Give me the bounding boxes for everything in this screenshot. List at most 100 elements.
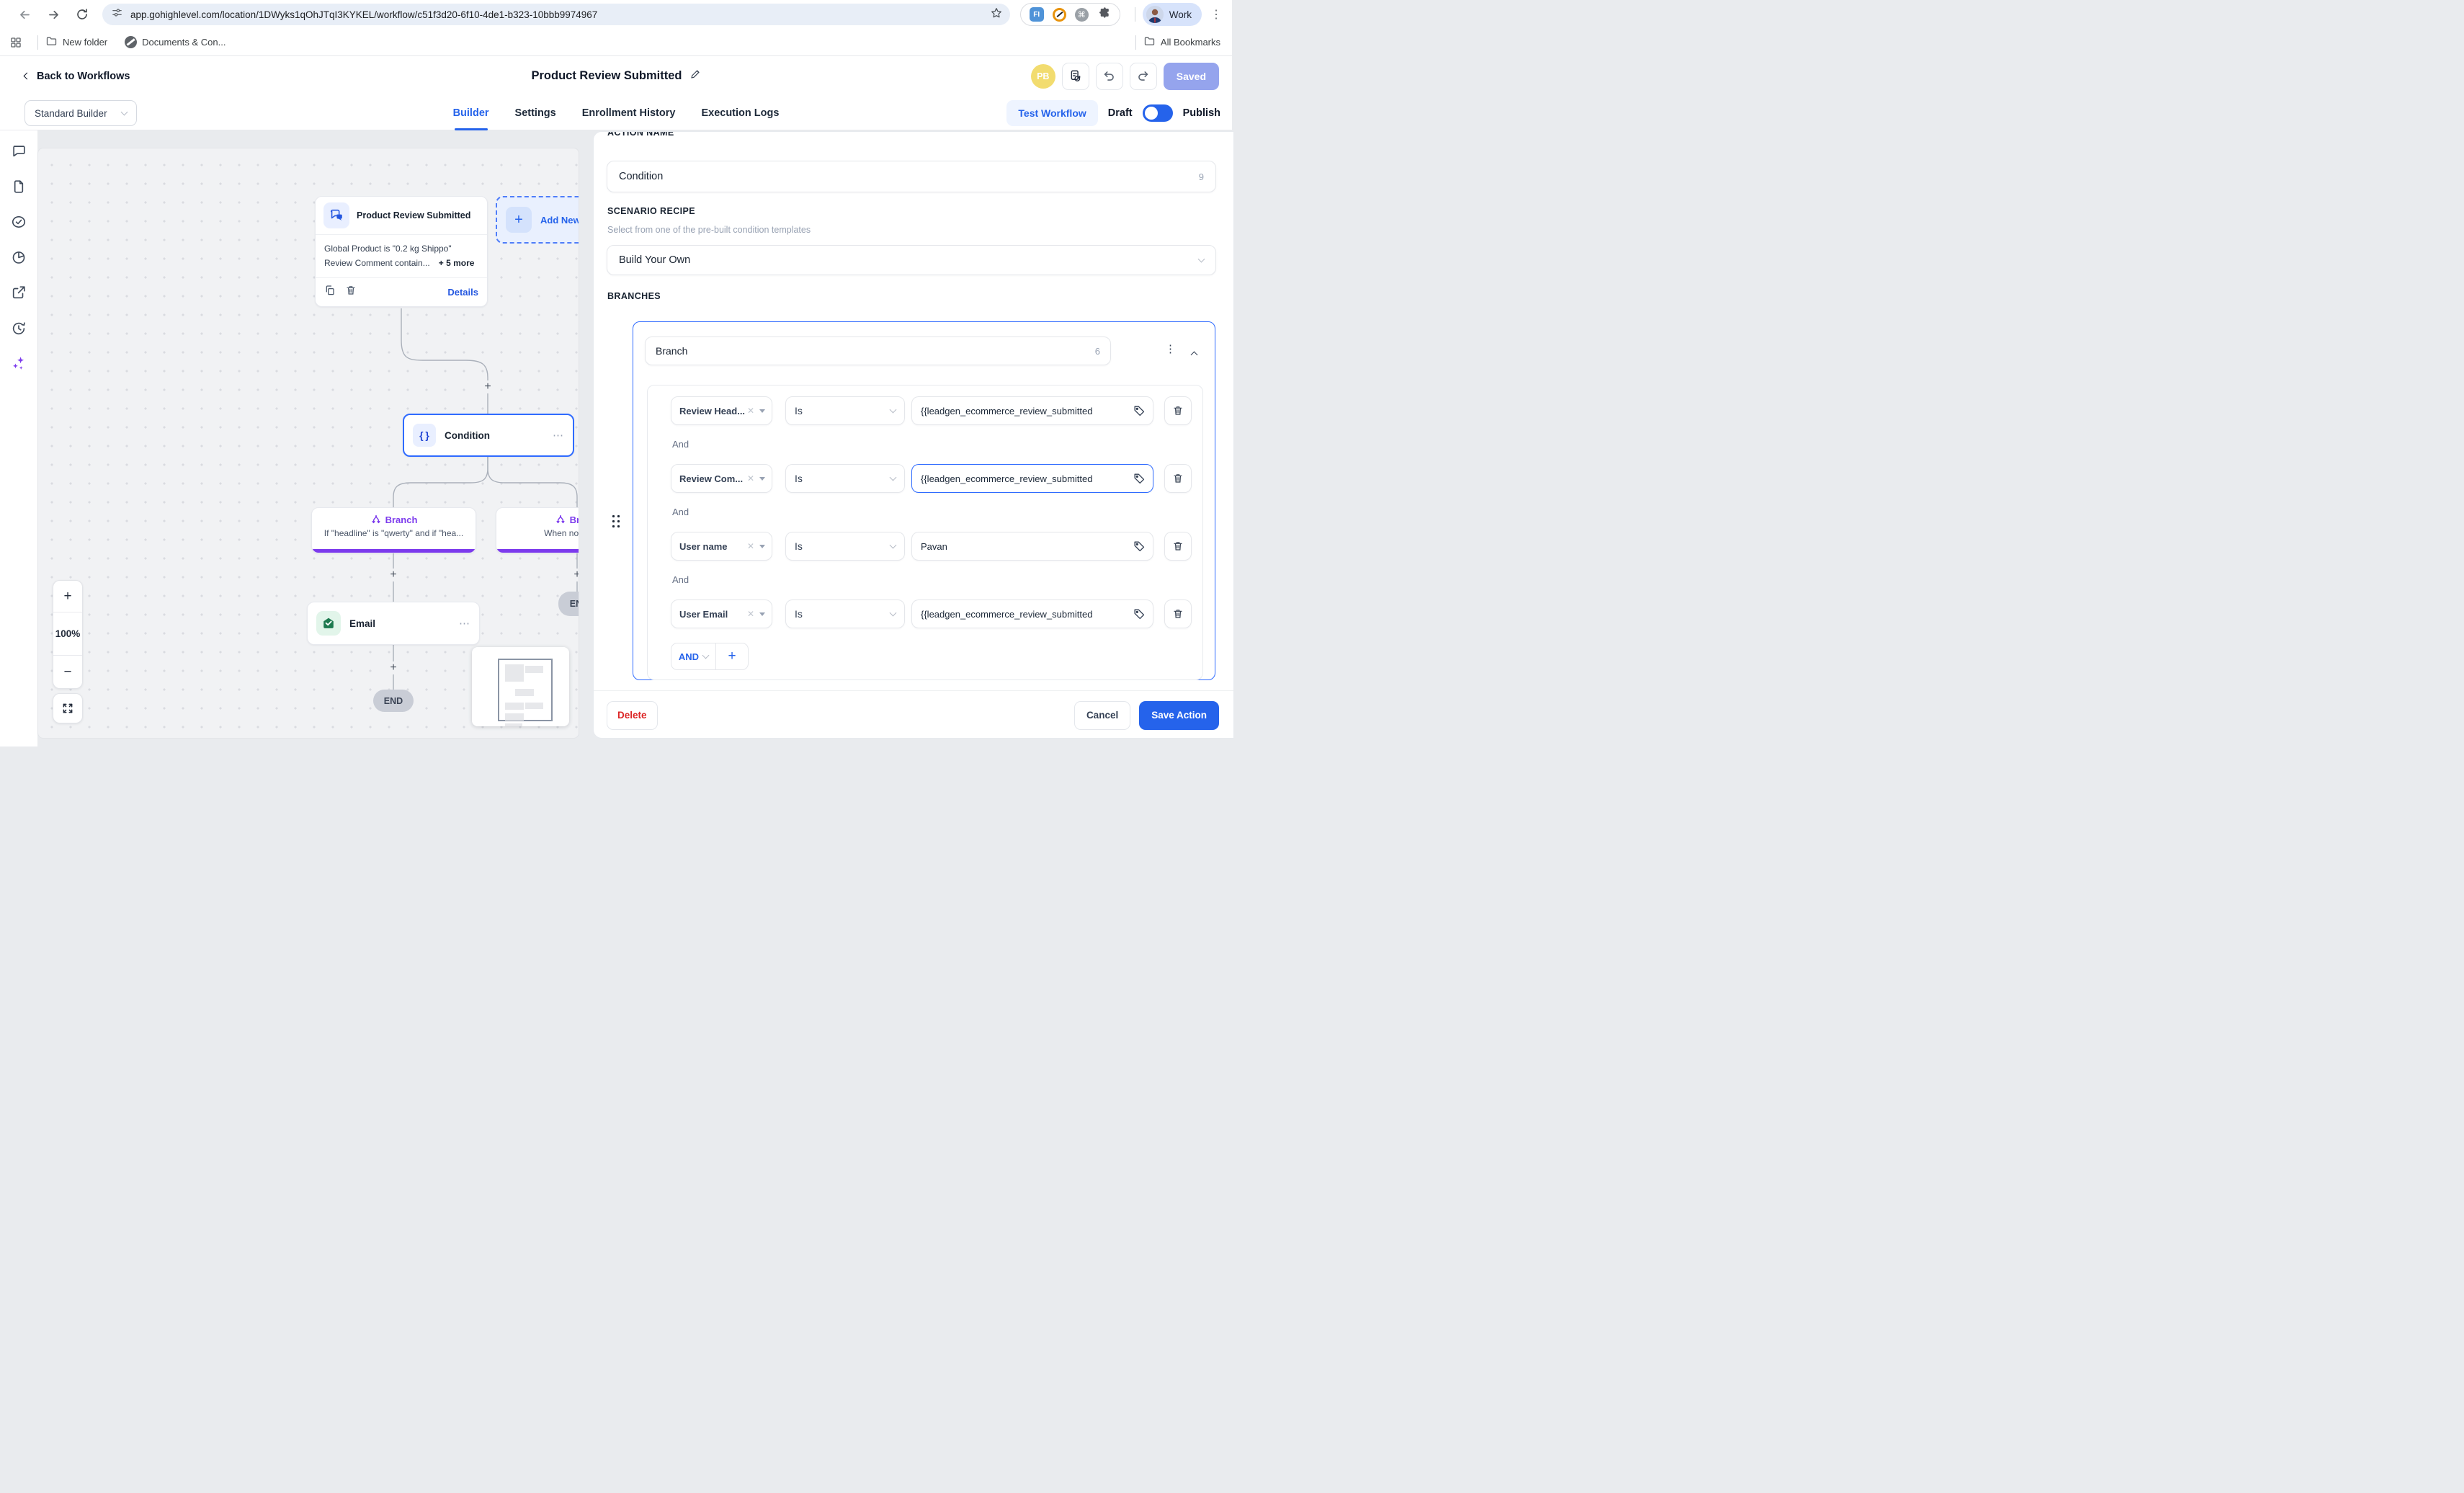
operator-select[interactable]: Is <box>785 600 905 628</box>
delete-condition-button[interactable] <box>1164 396 1192 425</box>
branch-node-right[interactable]: Branch When none of the <box>496 507 579 553</box>
add-new-trigger-button[interactable]: + Add New T <box>496 196 579 244</box>
zoom-in-button[interactable]: + <box>53 581 82 612</box>
check-circle-icon[interactable] <box>11 214 27 230</box>
cancel-button[interactable]: Cancel <box>1073 700 1131 730</box>
history-clock-icon[interactable] <box>11 320 27 336</box>
all-bookmarks[interactable]: All Bookmarks <box>1143 35 1220 50</box>
external-link-icon[interactable] <box>11 285 27 300</box>
collapse-branch-icon[interactable] <box>1190 348 1198 361</box>
globe-icon <box>125 36 138 48</box>
field-select[interactable]: User Email ✕ <box>671 600 772 628</box>
undo-button[interactable] <box>1095 62 1123 90</box>
trigger-node[interactable]: Product Review Submitted Global Product … <box>315 196 488 307</box>
user-avatar[interactable]: PB <box>1030 63 1055 89</box>
delete-condition-button[interactable] <box>1164 532 1192 561</box>
more-filters-badge[interactable]: + 5 more <box>439 258 475 268</box>
zoom-out-button[interactable]: − <box>53 656 82 688</box>
browser-menu-icon[interactable]: ⋮ <box>1210 7 1222 22</box>
saved-button[interactable]: Saved <box>1163 62 1219 90</box>
operator-select[interactable]: Is <box>785 464 905 493</box>
field-select[interactable]: User name ✕ <box>671 532 772 561</box>
tab-enrollment-history[interactable]: Enrollment History <box>582 96 676 130</box>
branch-drag-handle[interactable] <box>611 514 621 529</box>
value-input[interactable]: {{leadgen_ecommerce_review_submitted <box>911 396 1153 425</box>
and-or-select[interactable]: AND <box>671 643 716 669</box>
value-input-focused[interactable]: {{leadgen_ecommerce_review_submitted <box>911 464 1153 493</box>
documents-icon[interactable] <box>11 179 27 195</box>
caret-down-icon <box>759 544 765 548</box>
forward-icon[interactable] <box>45 6 62 23</box>
node-menu-icon[interactable]: ⋯ <box>459 617 470 630</box>
delete-action-button[interactable]: Delete <box>607 700 658 730</box>
clear-icon[interactable]: ✕ <box>747 541 754 551</box>
tag-icon[interactable] <box>1133 404 1146 420</box>
tab-settings[interactable]: Settings <box>515 96 556 130</box>
tab-builder[interactable]: Builder <box>453 96 489 130</box>
branch-node-left[interactable]: Branch If "headline" is "qwerty" and if … <box>311 507 476 553</box>
clear-icon[interactable]: ✕ <box>747 473 754 483</box>
add-step-plus[interactable]: + <box>481 380 494 393</box>
condition-node[interactable]: { } Condition ⋯ <box>403 414 574 457</box>
tab-execution-logs[interactable]: Execution Logs <box>701 96 779 130</box>
value-input[interactable]: Pavan <box>911 532 1153 561</box>
ai-sparkles-icon[interactable] <box>11 355 27 371</box>
email-node[interactable]: Email ⋯ <box>307 602 480 645</box>
operator-select[interactable]: Is <box>785 396 905 425</box>
back-icon[interactable] <box>16 6 33 23</box>
add-condition-button[interactable]: + <box>716 643 748 669</box>
bookmark-new-folder[interactable]: New folder <box>45 35 107 50</box>
end-badge-right: END <box>558 592 579 616</box>
orange-extension-icon[interactable] <box>1052 7 1066 22</box>
fit-view-button[interactable] <box>53 693 83 723</box>
char-counter: 6 <box>1094 345 1100 357</box>
url-text[interactable]: app.gohighlevel.com/location/1DWyks1qOhJ… <box>130 9 990 20</box>
publish-toggle[interactable] <box>1142 104 1173 122</box>
address-bar[interactable]: app.gohighlevel.com/location/1DWyks1qOhJ… <box>102 4 1010 25</box>
save-action-button[interactable]: Save Action <box>1139 700 1219 730</box>
branch-menu-icon[interactable]: ⋮ <box>1165 342 1176 355</box>
puzzle-icon[interactable] <box>1097 6 1111 23</box>
value-input[interactable]: {{leadgen_ecommerce_review_submitted <box>911 600 1153 628</box>
field-select[interactable]: Review Com... ✕ <box>671 464 772 493</box>
test-workflow-button[interactable]: Test Workflow <box>1006 100 1098 126</box>
edit-title-icon[interactable] <box>689 68 701 84</box>
add-step-plus[interactable]: + <box>387 661 400 674</box>
copy-icon[interactable] <box>324 285 336 300</box>
field-select[interactable]: Review Head... ✕ <box>671 396 772 425</box>
action-name-input[interactable]: Condition 9 <box>607 161 1216 192</box>
tag-icon[interactable] <box>1133 607 1146 623</box>
branch-name-input[interactable]: Branch 6 <box>645 337 1111 365</box>
fonts-extension-icon[interactable]: FI <box>1029 7 1044 22</box>
zoom-controls: + 100% − <box>53 580 83 689</box>
apps-grid-icon[interactable] <box>7 34 24 51</box>
add-step-plus[interactable]: + <box>571 569 579 581</box>
delete-condition-button[interactable] <box>1164 600 1192 628</box>
refresh-icon[interactable] <box>73 6 91 23</box>
condition-settings-panel: ACTION NAME Condition 9 SCENARIO RECIPE … <box>593 131 1234 739</box>
tag-icon[interactable] <box>1133 472 1146 488</box>
pie-chart-icon[interactable] <box>11 249 27 265</box>
back-to-workflows-link[interactable]: Back to Workflows <box>23 71 130 82</box>
comments-icon[interactable] <box>11 143 27 159</box>
redo-button[interactable] <box>1129 62 1157 90</box>
minimap[interactable] <box>472 647 569 726</box>
trigger-details-link[interactable]: Details <box>447 287 478 298</box>
delete-condition-button[interactable] <box>1164 464 1192 493</box>
bookmark-star-icon[interactable] <box>990 6 1003 23</box>
clear-icon[interactable]: ✕ <box>747 609 754 619</box>
add-step-plus[interactable]: + <box>387 569 400 581</box>
version-history-button[interactable] <box>1061 62 1089 90</box>
bookmark-documents[interactable]: Documents & Con... <box>125 36 226 48</box>
operator-select[interactable]: Is <box>785 532 905 561</box>
tune-icon[interactable] <box>111 6 123 22</box>
clear-icon[interactable]: ✕ <box>747 406 754 416</box>
profile-button[interactable]: Work <box>1142 3 1202 26</box>
scenario-recipe-select[interactable]: Build Your Own <box>607 245 1216 275</box>
tag-icon[interactable] <box>1133 540 1146 556</box>
shortcut-extension-icon[interactable]: ⌘ <box>1074 7 1089 22</box>
zoom-level[interactable]: 100% <box>53 612 82 656</box>
delete-trigger-icon[interactable] <box>345 285 357 300</box>
node-menu-icon[interactable]: ⋯ <box>553 429 564 442</box>
workflow-canvas[interactable]: + + + + Product Review Submitted Global … <box>37 148 579 739</box>
